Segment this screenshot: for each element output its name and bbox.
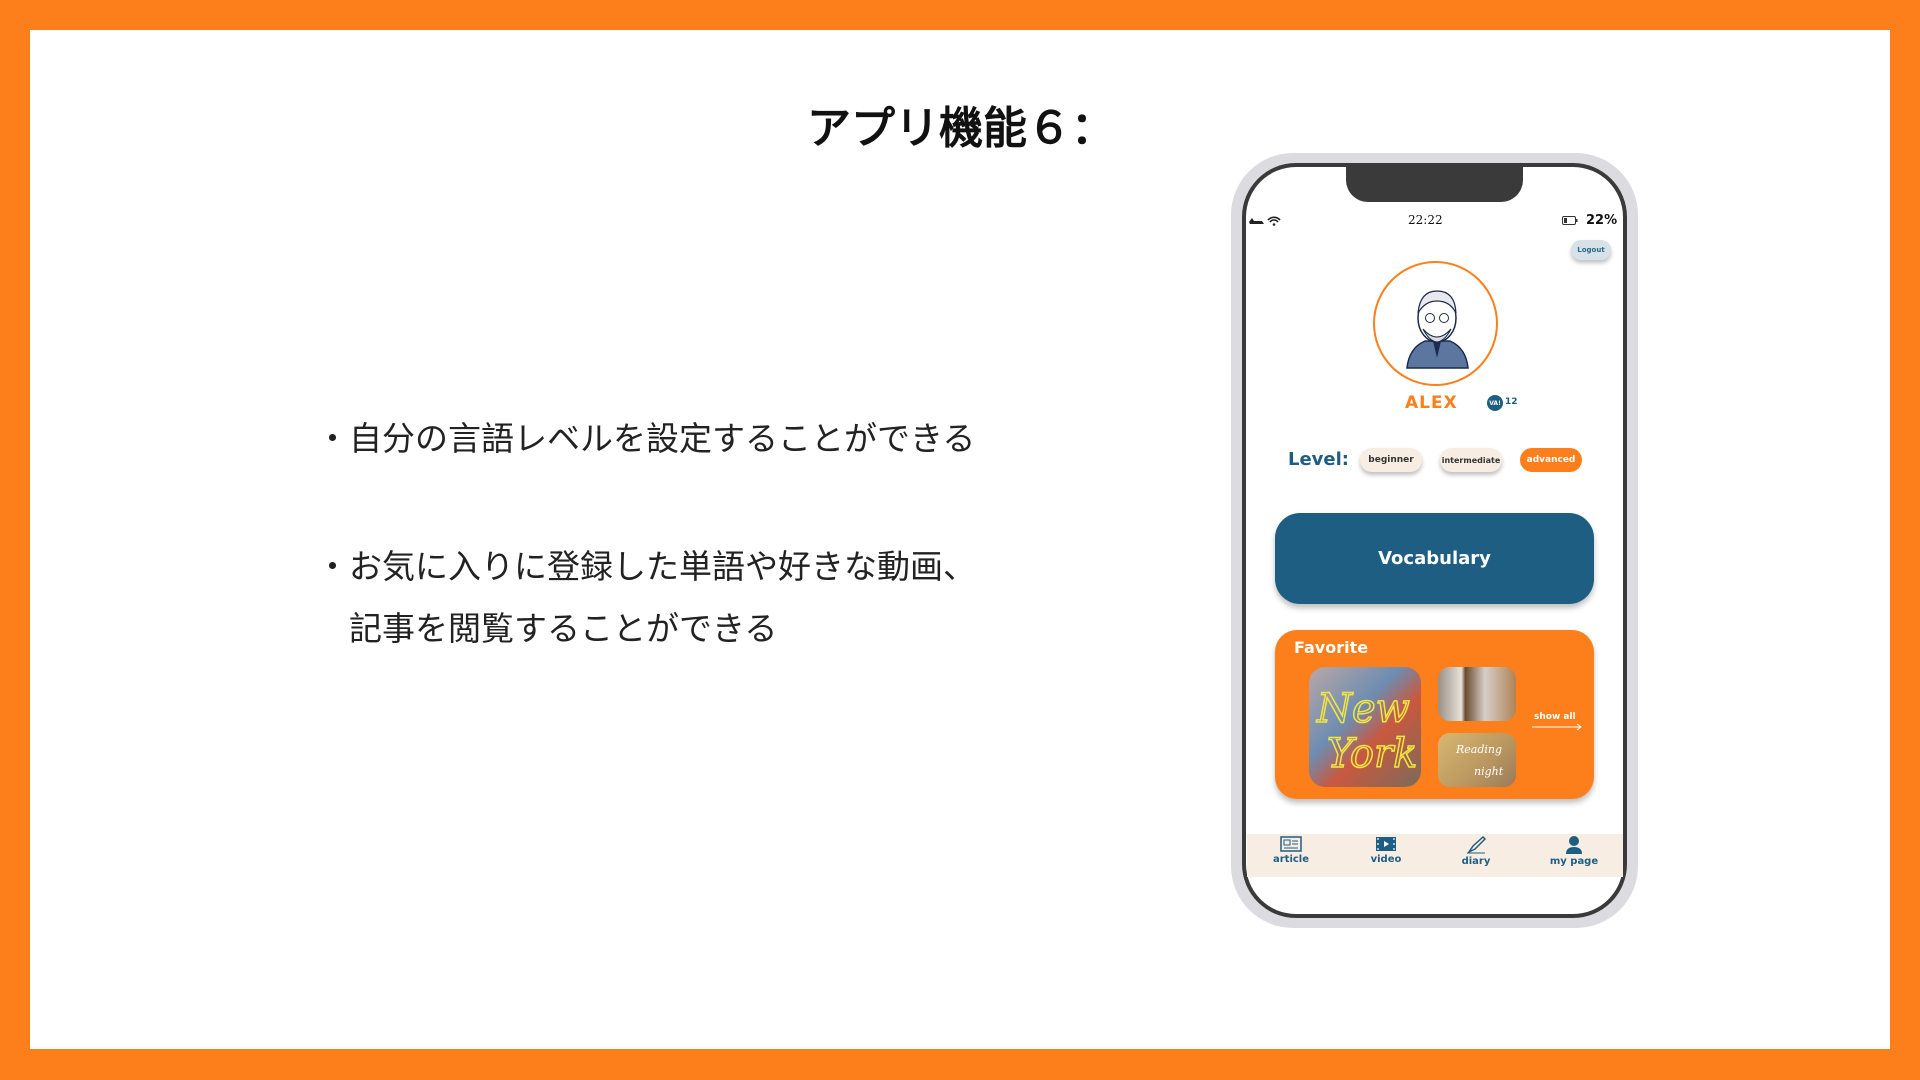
favorite-thumb-newyork[interactable]: New York	[1309, 667, 1421, 787]
newspaper-icon	[1280, 836, 1302, 852]
logout-button[interactable]: Logout	[1571, 240, 1611, 260]
newyork-lettering: NewYork	[1315, 685, 1418, 778]
favorite-thumb-reading[interactable]: Reading night	[1438, 733, 1516, 787]
level-advanced[interactable]: advanced	[1520, 448, 1582, 472]
avatar-illustration	[1406, 290, 1469, 369]
nav-diary[interactable]: diary	[1436, 836, 1516, 867]
show-all-link[interactable]: show all	[1534, 712, 1576, 722]
avatar[interactable]	[1373, 261, 1498, 386]
pen-icon	[1466, 836, 1487, 854]
nav-my-page[interactable]: my page	[1534, 836, 1614, 867]
nav-video-label: video	[1370, 854, 1402, 865]
nav-article-label: article	[1272, 854, 1310, 865]
battery-percent: 22%	[1586, 213, 1618, 228]
svg-text:York: York	[1327, 731, 1417, 777]
nav-diary-label: diary	[1461, 856, 1491, 867]
bullet-1: ・自分の言語レベルを設定することができる	[316, 419, 976, 458]
nav-my-page-label: my page	[1549, 856, 1599, 867]
favorite-thumb-collage[interactable]	[1438, 667, 1516, 721]
svg-text:Reading: Reading	[1455, 743, 1502, 756]
profile-name: ALEX	[1405, 393, 1458, 413]
nav-article[interactable]: article	[1251, 836, 1331, 865]
airplane-icon	[1249, 216, 1281, 226]
svg-text:night: night	[1474, 765, 1504, 778]
favorite-title: Favorite	[1294, 638, 1369, 657]
film-icon	[1376, 837, 1396, 851]
slide-title: アプリ機能６：	[807, 103, 1115, 154]
nav-video[interactable]: video	[1346, 836, 1426, 865]
va-badge: VA!	[1487, 395, 1503, 411]
level-label: Level:	[1288, 449, 1349, 470]
vocabulary-button[interactable]: Vocabulary	[1275, 513, 1594, 604]
reading-lettering: Reading night	[1455, 743, 1504, 778]
level-beginner[interactable]: beginner	[1360, 448, 1422, 472]
status-time: 22:22	[1408, 213, 1443, 227]
phone-notch	[1346, 163, 1523, 202]
arrow-right-icon[interactable]	[1532, 723, 1584, 731]
badge-count: 12	[1505, 397, 1518, 407]
bullet-2-cont: 記事を閲覧することができる	[316, 609, 778, 648]
level-intermediate[interactable]: intermediate	[1440, 448, 1502, 472]
bullet-2: ・お気に入りに登録した単語や好きな動画、	[316, 547, 976, 586]
battery-icon	[1562, 216, 1578, 225]
user-icon	[1566, 836, 1582, 854]
svg-text:New: New	[1316, 686, 1410, 732]
